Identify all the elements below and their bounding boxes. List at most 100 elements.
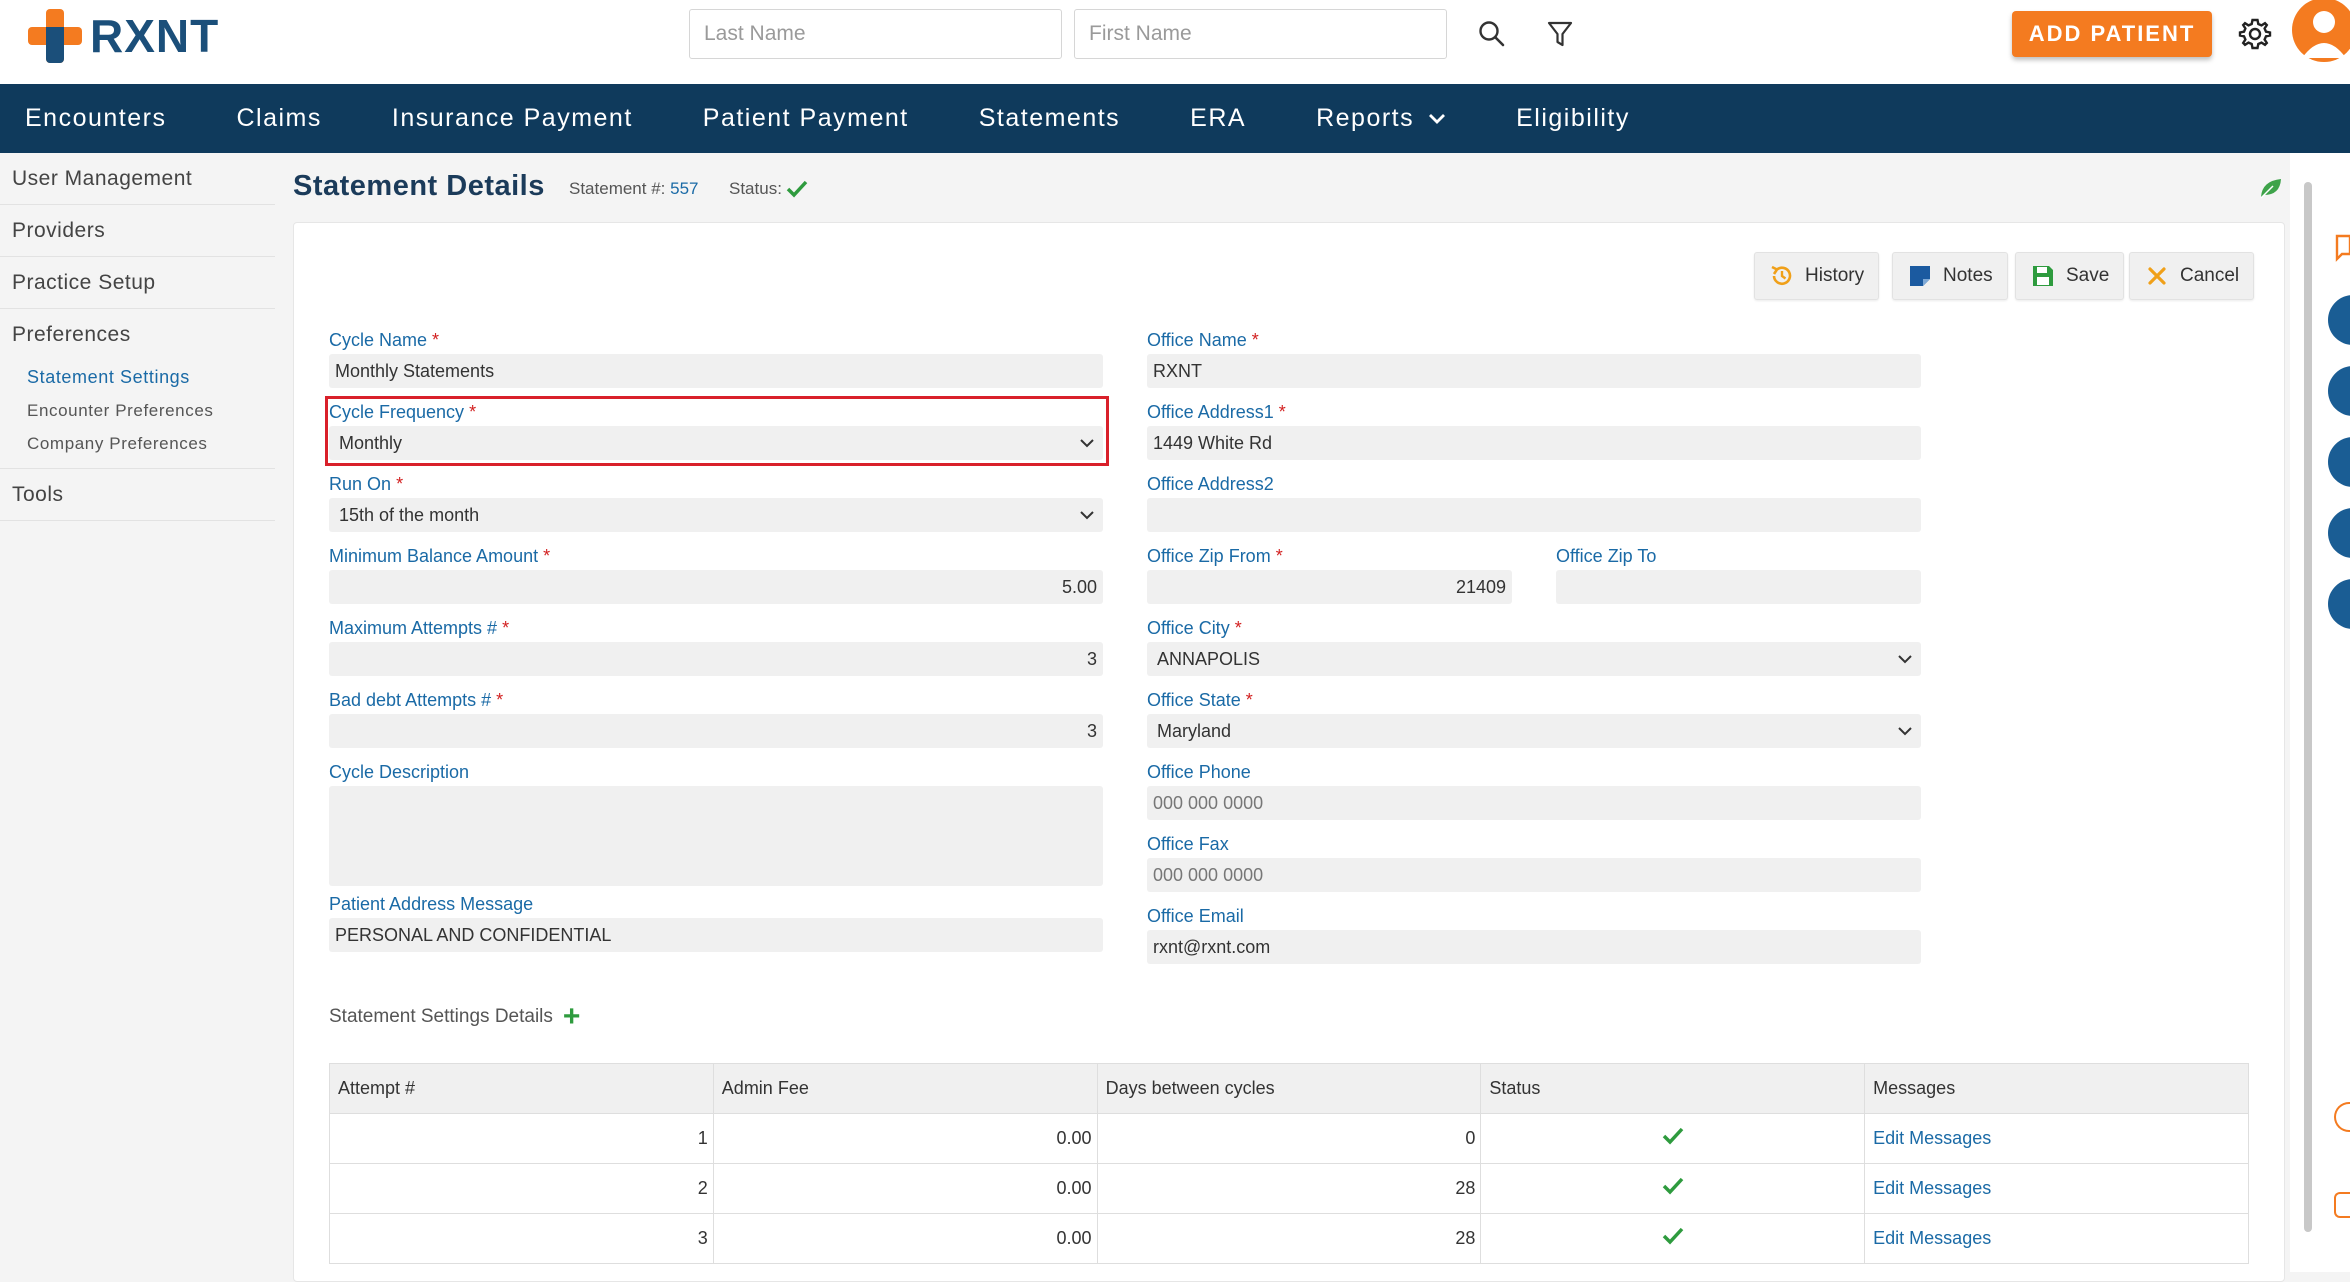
nav-insurance-payment[interactable]: Insurance Payment — [347, 104, 658, 133]
attempt-cell: 2 — [329, 1163, 714, 1214]
nav-era[interactable]: ERA — [1145, 104, 1271, 133]
office-city-label: Office City * — [1147, 618, 1242, 638]
sidebar: User Management Providers Practice Setup… — [0, 153, 275, 1272]
admin-fee-cell: 0.00 — [712, 1113, 1098, 1164]
attempt-cell: 3 — [329, 1213, 714, 1264]
sidebar-sub-statement-settings[interactable]: Statement Settings — [0, 361, 275, 394]
first-name-input[interactable] — [1074, 9, 1447, 59]
sidebar-sub-company-preferences[interactable]: Company Preferences — [0, 427, 275, 460]
column-header[interactable]: Attempt # — [329, 1063, 714, 1114]
office-address1-input[interactable]: 1449 White Rd — [1147, 426, 1921, 460]
history-icon — [1769, 263, 1795, 289]
office-zip-from-input[interactable]: 21409 — [1147, 570, 1512, 604]
nav-claims[interactable]: Claims — [191, 104, 346, 133]
nav-encounters[interactable]: Encounters — [0, 104, 191, 133]
run-on-label: Run On * — [329, 474, 404, 494]
chat-icon[interactable] — [2334, 232, 2350, 267]
column-header[interactable]: Days between cycles — [1096, 1063, 1482, 1114]
edit-messages-link[interactable]: Edit Messages — [1864, 1113, 2249, 1164]
add-patient-button[interactable]: ADD PATIENT — [2012, 11, 2212, 57]
edit-messages-link[interactable]: Edit Messages — [1864, 1163, 2249, 1214]
cycle-description-textarea[interactable] — [329, 786, 1103, 886]
nav-eligibility[interactable]: Eligibility — [1471, 104, 1655, 133]
chevron-down-icon — [1429, 113, 1446, 124]
run-on-value: 15th of the month — [339, 504, 480, 525]
status-cell — [1480, 1163, 1866, 1214]
chevron-down-icon — [1898, 655, 1912, 664]
section-title-text: Statement Settings Details — [329, 1006, 553, 1027]
rail-message-icon[interactable] — [2334, 1192, 2350, 1218]
sidebar-item-user-management[interactable]: User Management — [0, 153, 275, 205]
office-state-label: Office State * — [1147, 690, 1253, 710]
nav-reports-label: Reports — [1316, 104, 1415, 132]
notes-button[interactable]: Notes — [1892, 252, 2008, 300]
logo-text: RXNT — [90, 10, 220, 62]
save-button[interactable]: Save — [2015, 252, 2125, 300]
scrollbar-thumb[interactable] — [2304, 182, 2312, 1232]
status-cell — [1480, 1213, 1866, 1264]
save-icon — [2030, 263, 2056, 289]
office-phone-input[interactable]: 000 000 0000 — [1147, 786, 1921, 820]
leaf-icon[interactable] — [2258, 176, 2284, 205]
office-state-select[interactable]: Maryland — [1147, 714, 1921, 748]
maximum-attempts-label: Maximum Attempts # * — [329, 618, 510, 638]
last-name-input[interactable] — [689, 9, 1062, 59]
sidebar-item-practice-setup[interactable]: Practice Setup — [0, 257, 275, 309]
statement-status: Status: — [729, 179, 808, 199]
sidebar-item-preferences[interactable]: Preferences — [0, 309, 275, 361]
search-icon[interactable] — [1472, 14, 1512, 54]
edit-messages-link[interactable]: Edit Messages — [1864, 1213, 2249, 1264]
office-address2-input[interactable] — [1147, 498, 1921, 532]
office-email-input[interactable]: rxnt@rxnt.com — [1147, 930, 1921, 964]
nav-reports[interactable]: Reports — [1271, 104, 1471, 133]
notes-icon — [1907, 263, 1933, 289]
office-state-value: Maryland — [1157, 720, 1232, 741]
days-cell: 28 — [1096, 1163, 1482, 1214]
filter-icon[interactable] — [1540, 14, 1580, 54]
maximum-attempts-input[interactable]: 3 — [329, 642, 1103, 676]
column-header[interactable]: Messages — [1864, 1063, 2249, 1114]
minimum-balance-input[interactable]: 5.00 — [329, 570, 1103, 604]
office-fax-label: Office Fax — [1147, 834, 1229, 854]
statement-number-label: Statement #: — [569, 179, 666, 198]
status-cell — [1480, 1113, 1866, 1164]
office-name-input[interactable]: RXNT — [1147, 354, 1921, 388]
office-address2-label: Office Address2 — [1147, 474, 1274, 494]
run-on-select[interactable]: 15th of the month — [329, 498, 1103, 532]
check-icon — [1662, 1127, 1684, 1145]
sidebar-item-tools[interactable]: Tools — [0, 469, 275, 521]
bad-debt-attempts-input[interactable]: 3 — [329, 714, 1103, 748]
patient-address-message-label: Patient Address Message — [329, 894, 534, 914]
office-city-select[interactable]: ANNAPOLIS — [1147, 642, 1921, 676]
office-zip-to-input[interactable] — [1556, 570, 1921, 604]
cycle-name-label: Cycle Name * — [329, 330, 440, 350]
sidebar-sub-encounter-preferences[interactable]: Encounter Preferences — [0, 394, 275, 427]
save-label: Save — [2066, 265, 2110, 286]
gear-icon[interactable] — [2235, 14, 2275, 54]
admin-fee-cell: 0.00 — [712, 1213, 1098, 1264]
history-button[interactable]: History — [1754, 252, 1880, 300]
admin-fee-cell: 0.00 — [712, 1163, 1098, 1214]
statement-settings-table: Attempt # Admin Fee Days between cycles … — [329, 1063, 2249, 1264]
days-cell: 0 — [1096, 1113, 1482, 1164]
office-zip-to-label: Office Zip To — [1556, 546, 1657, 566]
logo[interactable]: RXNT — [28, 8, 219, 64]
cancel-icon — [2144, 263, 2170, 289]
table-row: 3 0.00 28 Edit Messages — [329, 1213, 2249, 1264]
patient-address-message-input[interactable]: PERSONAL AND CONFIDENTIAL — [329, 918, 1103, 952]
scrollbar[interactable] — [2300, 160, 2316, 1232]
cycle-name-input[interactable]: Monthly Statements — [329, 354, 1103, 388]
page-title: Statement Details — [293, 170, 545, 202]
nav-patient-payment[interactable]: Patient Payment — [658, 104, 934, 133]
nav-statements[interactable]: Statements — [934, 104, 1145, 133]
office-fax-input[interactable]: 000 000 0000 — [1147, 858, 1921, 892]
cancel-button[interactable]: Cancel — [2129, 252, 2255, 300]
column-header[interactable]: Admin Fee — [712, 1063, 1098, 1114]
minimum-balance-label: Minimum Balance Amount * — [329, 546, 551, 566]
plus-icon[interactable]: + — [563, 1002, 581, 1032]
table-row: 2 0.00 28 Edit Messages — [329, 1163, 2249, 1214]
column-header[interactable]: Status — [1480, 1063, 1866, 1114]
avatar-icon[interactable] — [2290, 0, 2350, 64]
office-name-label: Office Name * — [1147, 330, 1259, 350]
sidebar-item-providers[interactable]: Providers — [0, 205, 275, 257]
